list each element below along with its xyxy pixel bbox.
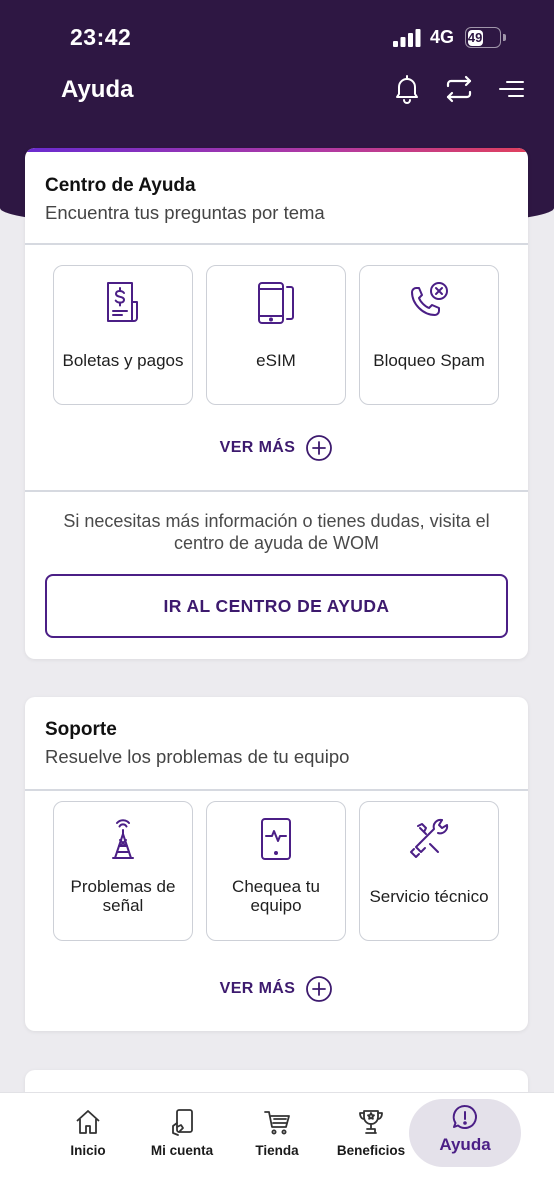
nav-label: Tienda	[255, 1143, 299, 1158]
tile-chequea-equipo[interactable]: Chequea tu equipo	[206, 801, 346, 941]
trophy-icon	[359, 1110, 383, 1134]
plus-circle-icon	[306, 976, 333, 1002]
plus-circle-icon	[306, 435, 333, 461]
antenna-icon	[112, 819, 134, 859]
nav-label: Ayuda	[439, 1135, 491, 1154]
bell-icon[interactable]	[390, 72, 424, 106]
nav-label: Beneficios	[336, 1143, 406, 1158]
nav-item-ayuda[interactable]: Ayuda	[409, 1099, 521, 1167]
home-icon	[76, 1110, 100, 1134]
tile-bloqueo-spam[interactable]: Bloqueo Spam	[359, 265, 499, 405]
help-info-text: Si necesitas más información o tienes du…	[63, 511, 490, 553]
network-type: 4G	[430, 27, 455, 47]
tile-label: Chequea tu equipo	[232, 877, 320, 915]
help-center-card: Centro de Ayuda Encuentra tus preguntas …	[25, 148, 528, 659]
tile-problemas-senal[interactable]: Problemas de señal	[53, 801, 193, 941]
divider	[25, 789, 528, 791]
battery-icon: 49	[465, 27, 506, 48]
support-title: Soporte	[45, 719, 117, 740]
bottom-nav: Inicio Mi cuenta Tienda Beneficios Ayuda	[0, 1092, 554, 1200]
cart-icon	[264, 1111, 290, 1135]
account-icon	[172, 1109, 193, 1136]
signal-icon	[393, 29, 421, 47]
support-card: Soporte Resuelve los problemas de tu equ…	[25, 697, 528, 1031]
tile-label: Problemas de señal	[70, 877, 176, 915]
tile-servicio-tecnico[interactable]: Servicio técnico	[359, 801, 499, 941]
nav-item-beneficios[interactable]: Beneficios	[332, 1103, 410, 1169]
nav-label: Inicio	[70, 1143, 106, 1158]
see-more-help-button[interactable]: VER MÁS	[25, 433, 528, 463]
tile-label: Bloqueo Spam	[373, 350, 485, 370]
tile-label: eSIM	[256, 350, 296, 370]
phone-block-icon	[411, 282, 448, 316]
tile-label: Boletas y pagos	[62, 350, 184, 370]
see-more-label: VER MÁS	[219, 980, 296, 997]
status-time: 23:42	[70, 24, 132, 50]
phone-pulse-icon	[261, 818, 291, 860]
tile-esim[interactable]: eSIM	[206, 265, 346, 405]
repair-tools-icon	[410, 818, 449, 858]
see-more-label: VER MÁS	[219, 439, 296, 456]
nav-item-mi-cuenta[interactable]: Mi cuenta	[146, 1103, 218, 1169]
help-center-subtitle: Encuentra tus preguntas por tema	[45, 202, 325, 223]
menu-icon[interactable]	[495, 72, 529, 106]
nav-label: Mi cuenta	[150, 1143, 214, 1158]
bill-dollar-icon	[107, 282, 138, 322]
divider	[25, 243, 528, 245]
support-subtitle: Resuelve los problemas de tu equipo	[45, 746, 350, 767]
nav-item-inicio[interactable]: Inicio	[58, 1103, 118, 1169]
swap-icon[interactable]	[442, 72, 476, 106]
tile-boletas-pagos[interactable]: Boletas y pagos	[53, 265, 193, 405]
tile-label: Servicio técnico	[369, 886, 489, 906]
go-to-help-center-button[interactable]: IR AL CENTRO DE AYUDA	[45, 574, 508, 638]
help-icon	[452, 1104, 477, 1129]
page-title: Ayuda	[61, 76, 134, 103]
status-bar: 23:42 4G 49	[0, 0, 554, 72]
help-center-title: Centro de Ayuda	[45, 175, 196, 196]
battery-level: 49	[467, 29, 483, 46]
nav-item-tienda[interactable]: Tienda	[247, 1103, 307, 1169]
phone-esim-icon	[258, 282, 294, 324]
divider	[25, 490, 528, 492]
see-more-support-button[interactable]: VER MÁS	[25, 974, 528, 1004]
